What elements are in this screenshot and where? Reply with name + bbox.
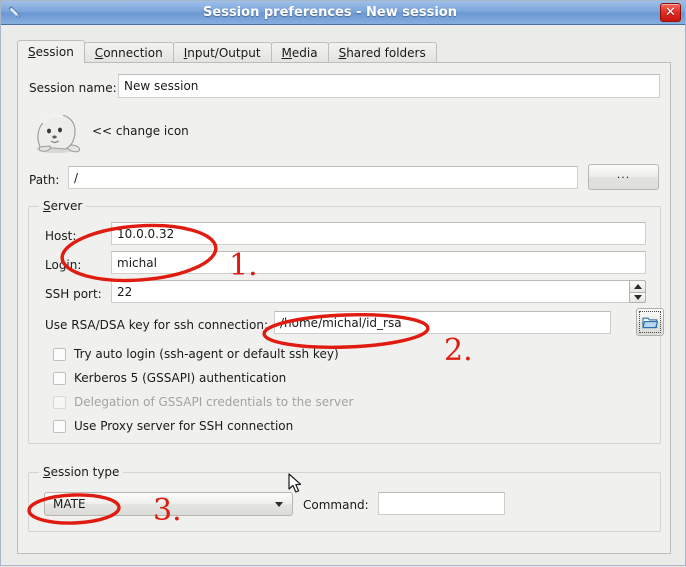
checkbox-kerberos5[interactable]: Kerberos 5 (GSSAPI) authentication: [53, 371, 286, 385]
ssh-port-stepper-up[interactable]: [629, 280, 646, 292]
checkbox-box[interactable]: [53, 371, 66, 385]
checkbox-label: Use Proxy server for SSH connection: [74, 419, 294, 433]
session-type-combobox[interactable]: MATE: [44, 492, 293, 516]
ssh-port-label: SSH port:: [45, 287, 102, 301]
chevron-up-icon: [633, 283, 642, 289]
tab-media[interactable]: Media: [270, 42, 329, 63]
command-label: Command:: [303, 498, 369, 512]
tab-input-output[interactable]: Input/Output: [172, 42, 272, 63]
chevron-down-icon: [275, 502, 283, 507]
titlebar: Session preferences - New session ✕: [1, 1, 685, 25]
session-type-value: MATE: [53, 497, 86, 511]
close-icon: ✕: [665, 5, 676, 20]
tab-session[interactable]: Session: [17, 40, 85, 63]
checkbox-box[interactable]: [53, 419, 66, 433]
seal-mascot-icon[interactable]: [27, 107, 85, 155]
ssh-port-stepper[interactable]: [629, 280, 646, 303]
focus-ring: [639, 311, 661, 333]
window-title: Session preferences - New session: [203, 5, 457, 20]
ssh-key-label: Use RSA/DSA key for ssh connection:: [45, 318, 268, 332]
session-name-input[interactable]: New session: [118, 74, 660, 98]
command-input[interactable]: [378, 492, 505, 515]
session-tab-page: Session name: New session << change icon…: [17, 62, 671, 554]
chevron-down-icon: [633, 294, 642, 300]
ssh-key-browse-button[interactable]: [636, 308, 664, 336]
session-type-groupbox: Session type MATE Command:: [28, 465, 661, 532]
server-group-title: Server: [39, 199, 87, 213]
checkbox-use-proxy[interactable]: Use Proxy server for SSH connection: [53, 419, 293, 433]
change-icon-link[interactable]: << change icon: [92, 124, 189, 138]
session-type-group-title: Session type: [39, 465, 124, 479]
host-input[interactable]: 10.0.0.32: [111, 222, 646, 245]
checkbox-box: [53, 395, 66, 409]
session-preferences-window: Session preferences - New session ✕ Sess…: [0, 0, 686, 566]
login-label: Login:: [45, 258, 82, 272]
checkbox-try-auto-login[interactable]: Try auto login (ssh-agent or default ssh…: [53, 347, 339, 361]
close-button[interactable]: ✕: [660, 3, 681, 22]
path-browse-label: ...: [616, 167, 631, 181]
session-name-label: Session name:: [29, 81, 117, 95]
path-input[interactable]: /: [68, 166, 578, 189]
path-label: Path:: [29, 173, 60, 187]
checkbox-label: Delegation of GSSAPI credentials to the …: [74, 395, 354, 409]
host-label: Host:: [45, 229, 77, 243]
ssh-port-input[interactable]: 22: [111, 280, 630, 303]
checkbox-gssapi-delegation: Delegation of GSSAPI credentials to the …: [53, 395, 353, 409]
checkbox-label: Try auto login (ssh-agent or default ssh…: [74, 347, 339, 361]
tab-bar: Session Connection Input/Output Media Sh…: [17, 40, 671, 63]
login-input[interactable]: michal: [111, 251, 646, 274]
ssh-key-input[interactable]: /home/michal/id_rsa: [274, 311, 611, 334]
path-browse-button[interactable]: ...: [588, 164, 659, 190]
checkbox-label: Kerberos 5 (GSSAPI) authentication: [74, 371, 287, 385]
ssh-port-stepper-down[interactable]: [629, 291, 646, 303]
server-groupbox: Server Host: 10.0.0.32 Login: michal SSH…: [28, 199, 664, 444]
tab-shared-folders[interactable]: Shared folders: [327, 42, 437, 63]
checkbox-box[interactable]: [53, 347, 66, 361]
tab-connection[interactable]: Connection: [83, 42, 174, 63]
